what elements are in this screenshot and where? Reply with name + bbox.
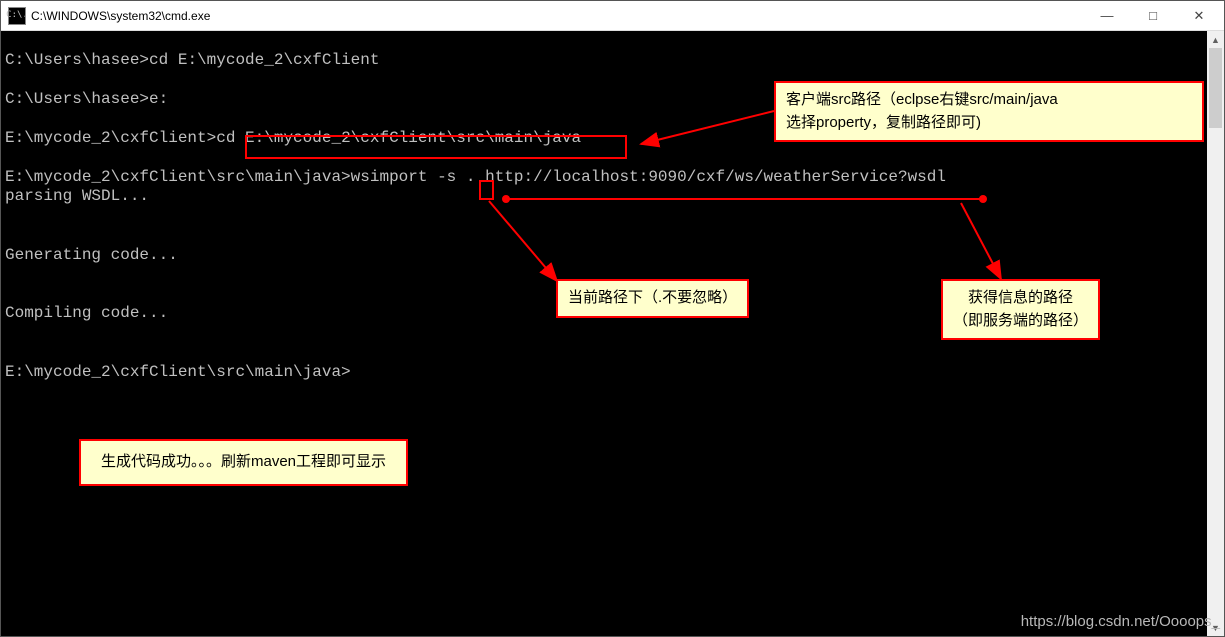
scrollbar-up-icon[interactable]: ▲ [1207, 31, 1224, 48]
annotation-text: 客户端src路径（eclpse右键src/main/java [786, 91, 1058, 108]
cmd-text: cd E:\mycode_2\cxfClient [149, 51, 379, 69]
close-button[interactable]: ✕ [1176, 1, 1222, 31]
console-area: C:\Users\hasee>cd E:\mycode_2\cxfClient … [1, 31, 1224, 636]
annotation-service-url: 获得信息的路径 （即服务端的路径） [941, 279, 1100, 340]
prompt: E:\mycode_2\cxfClient> [5, 129, 216, 147]
cmd-text: e: [149, 90, 168, 108]
cmd-space [475, 168, 485, 186]
minimize-button[interactable]: — [1084, 1, 1130, 31]
annotation-success: 生成代码成功。。。刷新maven工程即可显示 [79, 439, 408, 486]
cmd-icon-text: C:\. [6, 11, 28, 20]
maximize-button[interactable]: □ [1130, 1, 1176, 31]
output-line: parsing WSDL... [5, 187, 149, 205]
annotation-current-path: 当前路径下（.不要忽略） [556, 279, 749, 318]
cmd-url: http://localhost:9090/cxf/ws/weatherServ… [485, 168, 946, 186]
prompt: E:\mycode_2\cxfClient\src\main\java> [5, 168, 351, 186]
cmd-text: cd [216, 129, 245, 147]
cd-path: E:\mycode_2\cxfClient\src\main\java [245, 129, 581, 147]
watermark: https://blog.csdn.net/Oooops_ [1021, 613, 1220, 630]
scrollbar-thumb[interactable] [1209, 48, 1222, 128]
cmd-wsimport: wsimport -s [351, 168, 466, 186]
prompt: C:\Users\hasee> [5, 51, 149, 69]
annotation-text: （即服务端的路径） [953, 312, 1088, 329]
output-line: Generating code... [5, 246, 178, 264]
window-title: C:\WINDOWS\system32\cmd.exe [31, 9, 210, 23]
annotation-text: 选择property，复制路径即可) [786, 114, 981, 131]
prompt: E:\mycode_2\cxfClient\src\main\java> [5, 363, 351, 381]
prompt: C:\Users\hasee> [5, 90, 149, 108]
cmd-icon: C:\. [9, 8, 25, 24]
cmd-window: C:\. C:\WINDOWS\system32\cmd.exe — □ ✕ C… [0, 0, 1225, 637]
scrollbar[interactable]: ▲ ▼ [1207, 31, 1224, 636]
annotation-text: 当前路径下（.不要忽略） [568, 289, 737, 306]
annotation-text: 获得信息的路径 [968, 289, 1073, 306]
titlebar[interactable]: C:\. C:\WINDOWS\system32\cmd.exe — □ ✕ [1, 1, 1224, 31]
annotation-src-path: 客户端src路径（eclpse右键src/main/java 选择propert… [774, 81, 1204, 142]
annotation-text: 生成代码成功。。。刷新maven工程即可显示 [101, 453, 386, 470]
output-line: Compiling code... [5, 304, 168, 322]
